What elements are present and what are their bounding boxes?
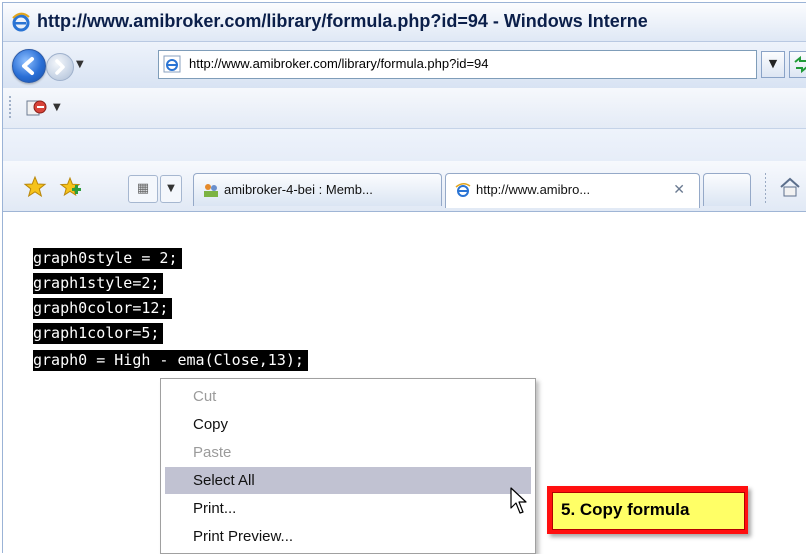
title-bar: http://www.amibroker.com/library/formula…: [3, 3, 806, 42]
toolbar-separator: [765, 173, 766, 203]
menu-item-paste: Paste: [165, 439, 531, 466]
quick-tabs-icon: ▦: [136, 181, 150, 196]
group-icon: [204, 184, 218, 197]
tab-bar: ▦ ▼ amibroker-4-bei : Memb... http://www…: [3, 161, 806, 212]
toolbar-grip[interactable]: [9, 96, 11, 120]
new-tab-button[interactable]: [703, 173, 751, 206]
menu-item-label: Cut: [193, 388, 217, 405]
menu-item-cut: Cut: [165, 383, 531, 410]
home-icon[interactable]: [778, 175, 802, 199]
close-icon[interactable]: ✕: [673, 181, 685, 198]
menu-item-label: Select All: [193, 472, 255, 489]
forward-arrow-icon: [55, 59, 65, 75]
address-dropdown-button[interactable]: ▼: [761, 51, 785, 78]
callout-text: 5. Copy formula: [561, 500, 690, 519]
star-icon[interactable]: [23, 175, 47, 199]
ie-page-icon: [455, 183, 471, 197]
menu-item-label: Copy: [193, 416, 229, 433]
code-line[interactable]: graph1color=5;: [33, 323, 164, 344]
window-title: http://www.amibroker.com/library/formula…: [37, 11, 648, 31]
code-line[interactable]: graph0color=12;: [33, 298, 173, 319]
tab-label: amibroker-4-bei : Memb...: [224, 182, 373, 197]
back-button[interactable]: [12, 49, 46, 83]
ie-logo-icon: [12, 12, 30, 32]
tab-amibroker-group[interactable]: amibroker-4-bei : Memb...: [193, 173, 442, 206]
code-line[interactable]: graph0 = High - ema(Close,13);: [33, 350, 308, 371]
menu-item-print-preview[interactable]: Print Preview...: [165, 523, 531, 550]
back-arrow-icon: [22, 57, 34, 75]
menu-item-print[interactable]: Print...: [165, 495, 531, 522]
mouse-pointer-icon: [510, 487, 527, 514]
menu-item-label: Print Preview...: [193, 528, 294, 545]
code-line[interactable]: graph0style = 2;: [33, 248, 182, 269]
refresh-icon: [794, 55, 806, 74]
add-favorites-icon[interactable]: [58, 175, 82, 199]
ie-page-icon: [163, 55, 181, 73]
chevron-down-icon[interactable]: ▼: [53, 102, 61, 113]
page-tools-icon[interactable]: [25, 98, 47, 118]
context-menu: Cut Copy Paste Select All Print... Print…: [160, 378, 536, 554]
refresh-button[interactable]: [789, 51, 806, 78]
forward-button[interactable]: [46, 53, 74, 81]
tab-label: http://www.amibro...: [476, 182, 591, 197]
tab-list-button[interactable]: ▼: [160, 175, 182, 203]
recent-pages-dropdown[interactable]: ▼: [76, 59, 86, 70]
menu-item-label: Paste: [193, 444, 232, 461]
menu-item-label: Print...: [193, 500, 237, 517]
annotation-callout: 5. Copy formula: [547, 486, 748, 534]
command-bar: ▼: [3, 88, 806, 129]
navigation-bar: ▼ http://www.amibroker.com/library/formu…: [3, 42, 806, 88]
menu-item-copy[interactable]: Copy: [165, 411, 531, 438]
toolbar-spacer: [3, 129, 806, 161]
callout-box: 5. Copy formula: [552, 492, 745, 530]
address-text[interactable]: http://www.amibroker.com/library/formula…: [189, 56, 489, 71]
chevron-down-icon: ▼: [167, 183, 175, 194]
tab-amibroker-library[interactable]: http://www.amibro... ✕: [445, 173, 700, 208]
chevron-down-icon: ▼: [768, 57, 778, 70]
code-line[interactable]: graph1style=2;: [33, 273, 164, 294]
quick-tabs-button[interactable]: ▦: [128, 175, 158, 203]
menu-item-select-all[interactable]: Select All: [165, 467, 531, 494]
address-bar[interactable]: http://www.amibroker.com/library/formula…: [158, 50, 757, 79]
